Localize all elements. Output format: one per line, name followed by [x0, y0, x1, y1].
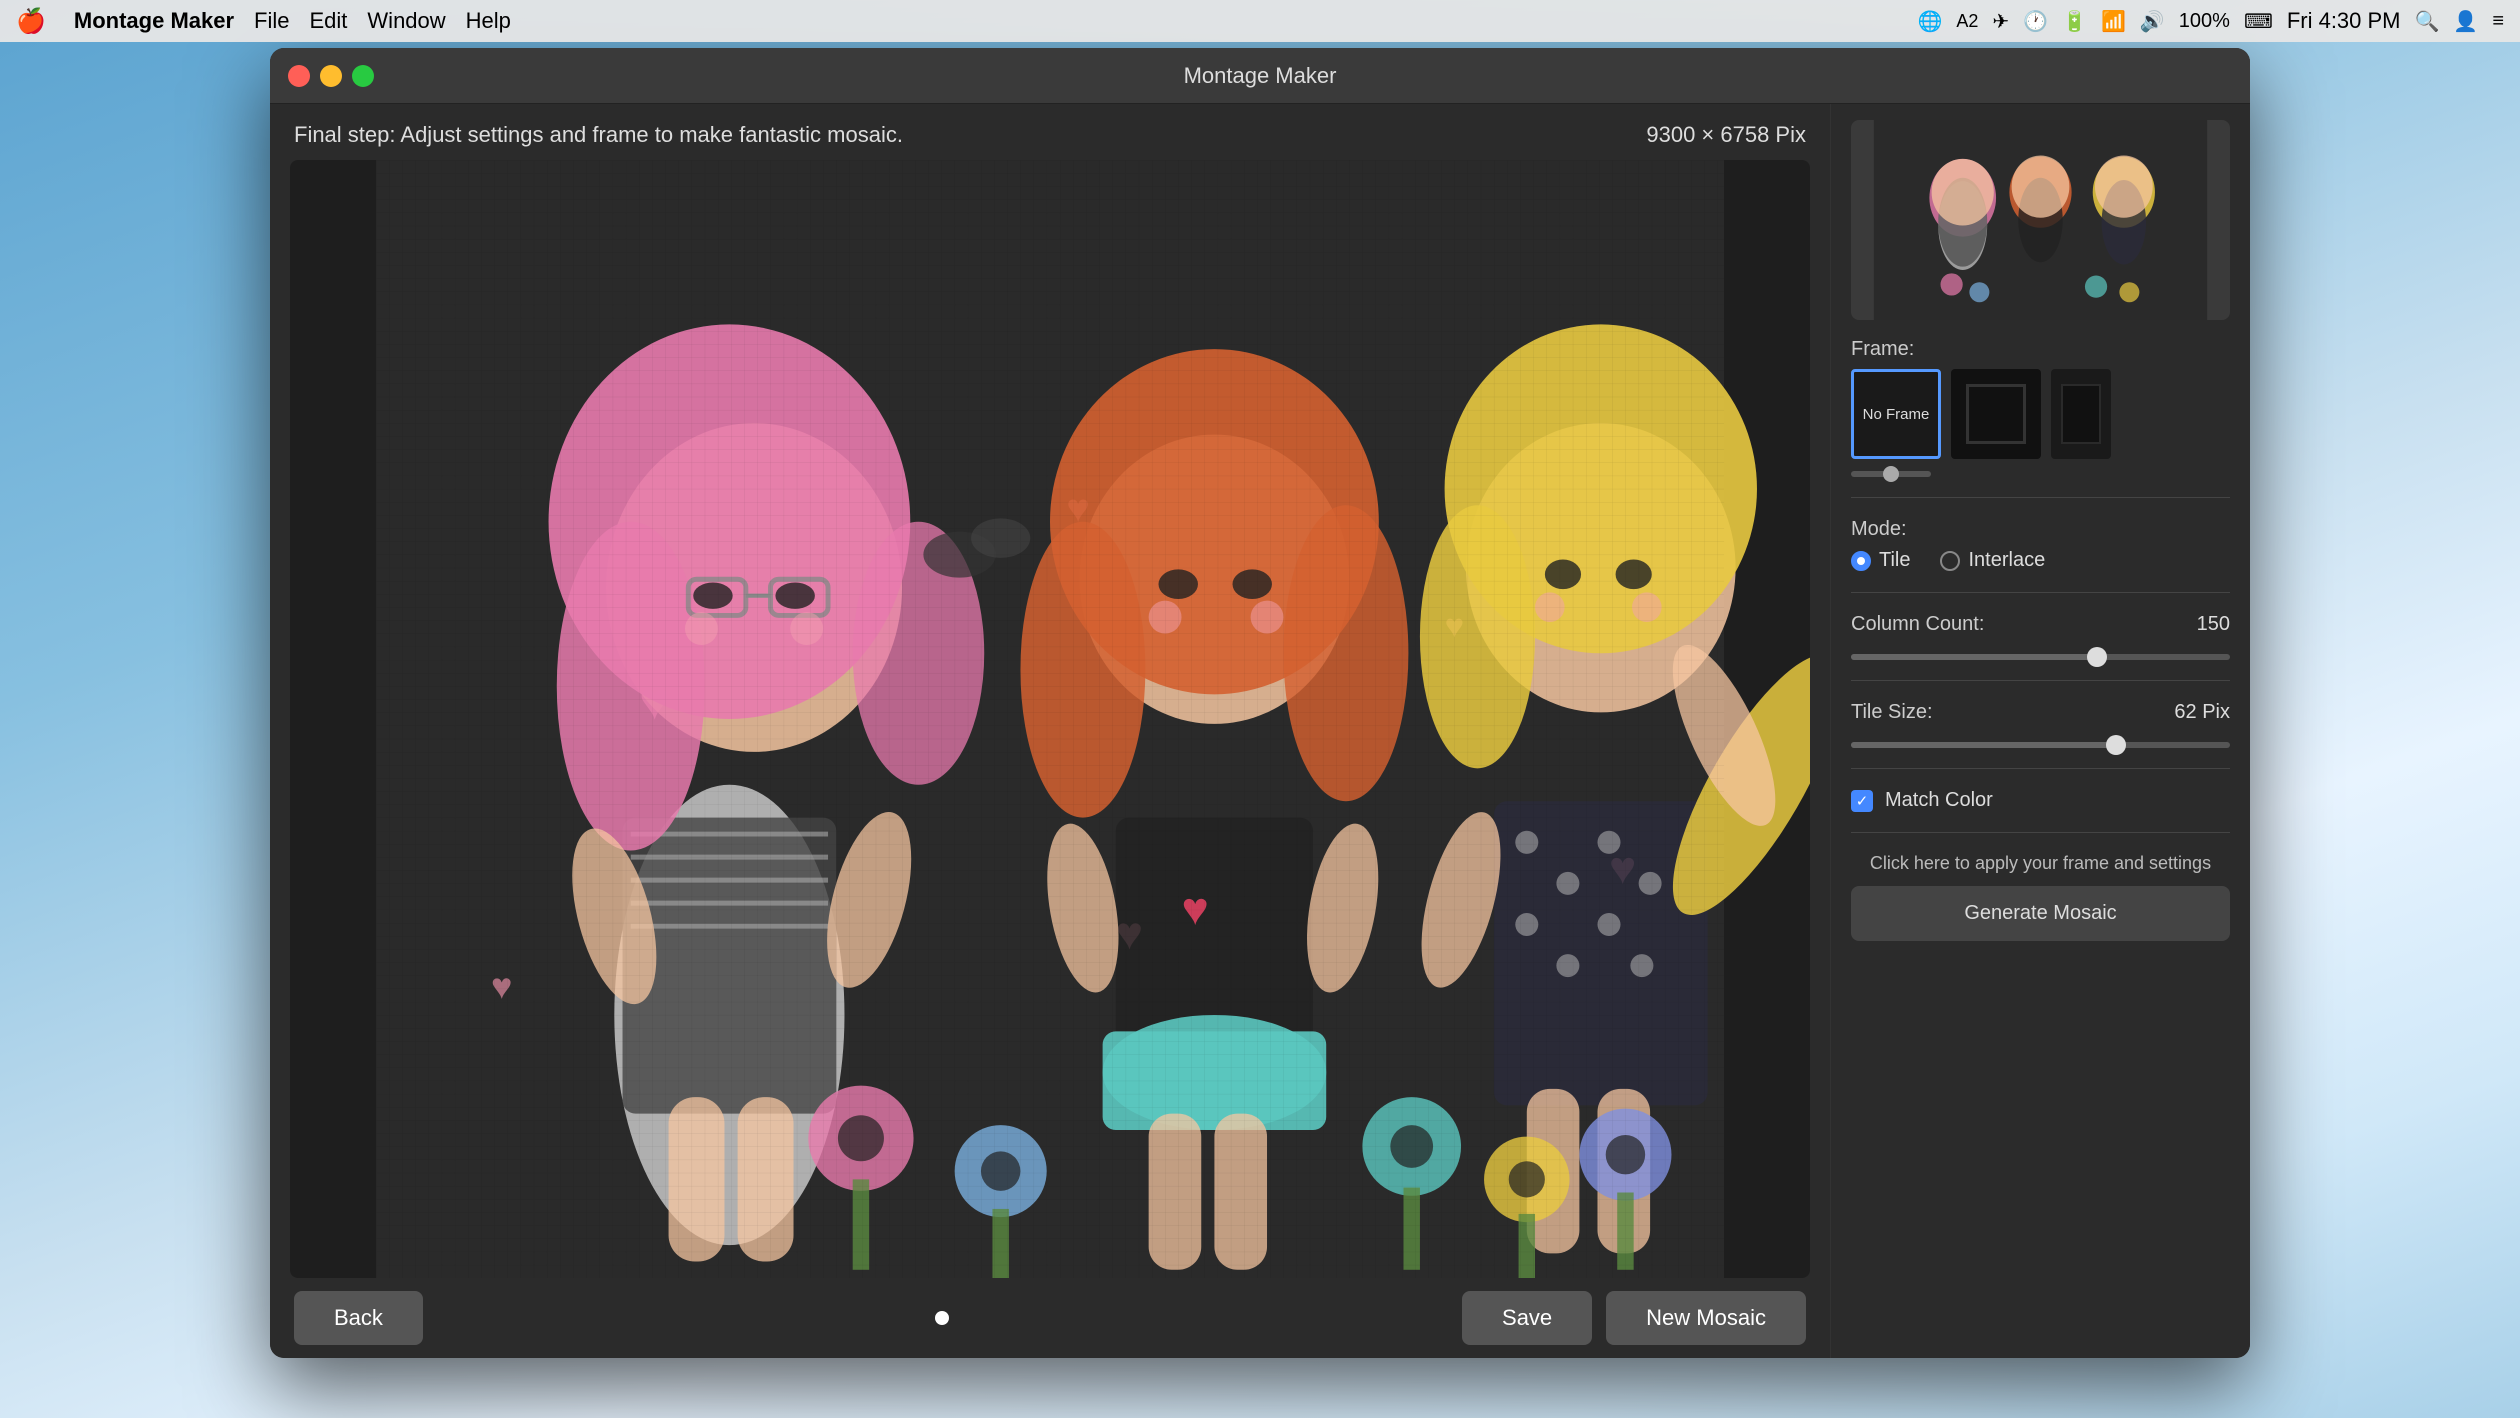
- mode-tile-radio[interactable]: [1851, 551, 1871, 571]
- edit-menu[interactable]: Edit: [310, 8, 348, 34]
- keyboard-icon: ⌨: [2244, 9, 2273, 34]
- column-count-value: 150: [2170, 613, 2230, 644]
- column-count-label: Column Count:: [1851, 613, 1984, 636]
- bottom-right-buttons: Save New Mosaic: [1462, 1291, 1806, 1345]
- column-count-slider[interactable]: [1851, 654, 2230, 660]
- file-menu[interactable]: File: [254, 8, 289, 34]
- divider-5: [1851, 832, 2230, 833]
- title-bar: Montage Maker: [270, 48, 2250, 104]
- mode-row: Tile Interlace: [1851, 549, 2230, 572]
- window-title: Montage Maker: [1184, 63, 1337, 89]
- frame-slider-row: [1851, 471, 2230, 477]
- back-button[interactable]: Back: [294, 1291, 423, 1345]
- frame-label: Frame:: [1851, 338, 2230, 361]
- mosaic-canvas: ♥ ♥ ♥ ♥ ♥ ♥: [290, 160, 1810, 1278]
- list-icon[interactable]: ≡: [2492, 10, 2504, 33]
- tile-size-value: 62 Pix: [2170, 701, 2230, 732]
- mode-interlace-label: Interlace: [1968, 549, 2045, 572]
- frame-none-label: No Frame: [1863, 406, 1930, 423]
- divider-3: [1851, 680, 2230, 681]
- match-color-checkbox[interactable]: [1851, 790, 1873, 812]
- search-icon[interactable]: 🔍: [2415, 9, 2440, 34]
- tile-size-slider[interactable]: [1851, 742, 2230, 748]
- mode-tile-option[interactable]: Tile: [1851, 549, 1910, 572]
- frame-options: No Frame: [1851, 369, 2230, 463]
- wifi-icon: 📶: [2101, 9, 2126, 34]
- globe-icon[interactable]: 🌐: [1917, 9, 1942, 34]
- apple-menu[interactable]: 🍎: [16, 7, 46, 36]
- mode-interlace-radio[interactable]: [1940, 551, 1960, 571]
- adobe-icon: A2: [1956, 11, 1978, 32]
- battery-icon: 🔋: [2062, 9, 2087, 34]
- bottom-bar: Back Save New Mosaic: [270, 1278, 1830, 1358]
- generate-button[interactable]: Generate Mosaic: [1851, 886, 2230, 941]
- frame-option-none[interactable]: No Frame: [1851, 369, 1941, 459]
- mode-tile-label: Tile: [1879, 549, 1910, 572]
- column-count-thumb[interactable]: [2087, 647, 2107, 667]
- frame-option-dark2[interactable]: [2051, 369, 2111, 459]
- main-area: Final step: Adjust settings and frame to…: [270, 104, 1830, 1358]
- apply-hint-text: Click here to apply your frame and setti…: [1851, 853, 2230, 874]
- mode-interlace-option[interactable]: Interlace: [1940, 549, 2045, 572]
- frame-option-dark1[interactable]: [1951, 369, 2041, 459]
- battery-percent: 100%: [2179, 10, 2230, 33]
- bluetooth-icon: ✈: [1992, 9, 2009, 34]
- tile-size-label: Tile Size:: [1851, 701, 1933, 724]
- mode-section: Mode: Tile Interlace: [1851, 518, 2230, 572]
- app-window: Montage Maker Final step: Adjust setting…: [270, 48, 2250, 1358]
- minimize-button[interactable]: [320, 65, 342, 87]
- app-name-menu[interactable]: Montage Maker: [74, 8, 234, 34]
- match-color-row: Match Color: [1851, 789, 2230, 812]
- new-mosaic-button[interactable]: New Mosaic: [1606, 1291, 1806, 1345]
- time-machine-icon: 🕐: [2023, 9, 2048, 34]
- frame-section: Frame: No Frame: [1851, 338, 2230, 477]
- match-color-label: Match Color: [1885, 789, 1993, 812]
- traffic-lights: [288, 65, 374, 87]
- right-panel: Frame: No Frame: [1830, 104, 2250, 1358]
- column-count-section: Column Count: 150: [1851, 613, 2230, 660]
- mode-label: Mode:: [1851, 518, 2230, 541]
- tile-size-thumb[interactable]: [2106, 735, 2126, 755]
- divider-4: [1851, 768, 2230, 769]
- page-dot-indicator: [935, 1311, 949, 1325]
- dimensions-text: 9300 × 6758 Pix: [1646, 122, 1806, 148]
- tile-size-section: Tile Size: 62 Pix: [1851, 701, 2230, 748]
- menubar: 🍎 Montage Maker File Edit Window Help 🌐 …: [0, 0, 2520, 42]
- clock: Fri 4:30 PM: [2287, 8, 2401, 34]
- generate-section: Click here to apply your frame and setti…: [1851, 853, 2230, 941]
- close-button[interactable]: [288, 65, 310, 87]
- frame-slider[interactable]: [1851, 471, 1931, 477]
- window-menu[interactable]: Window: [367, 8, 445, 34]
- save-button[interactable]: Save: [1462, 1291, 1592, 1345]
- divider-1: [1851, 497, 2230, 498]
- maximize-button[interactable]: [352, 65, 374, 87]
- content-area: Final step: Adjust settings and frame to…: [270, 104, 2250, 1358]
- thumbnail-preview: [1851, 120, 2230, 320]
- help-menu[interactable]: Help: [466, 8, 511, 34]
- divider-2: [1851, 592, 2230, 593]
- volume-icon: 🔊: [2140, 9, 2165, 34]
- instructions-text: Final step: Adjust settings and frame to…: [294, 122, 903, 148]
- top-bar: Final step: Adjust settings and frame to…: [270, 104, 1830, 160]
- user-icon[interactable]: 👤: [2453, 9, 2478, 34]
